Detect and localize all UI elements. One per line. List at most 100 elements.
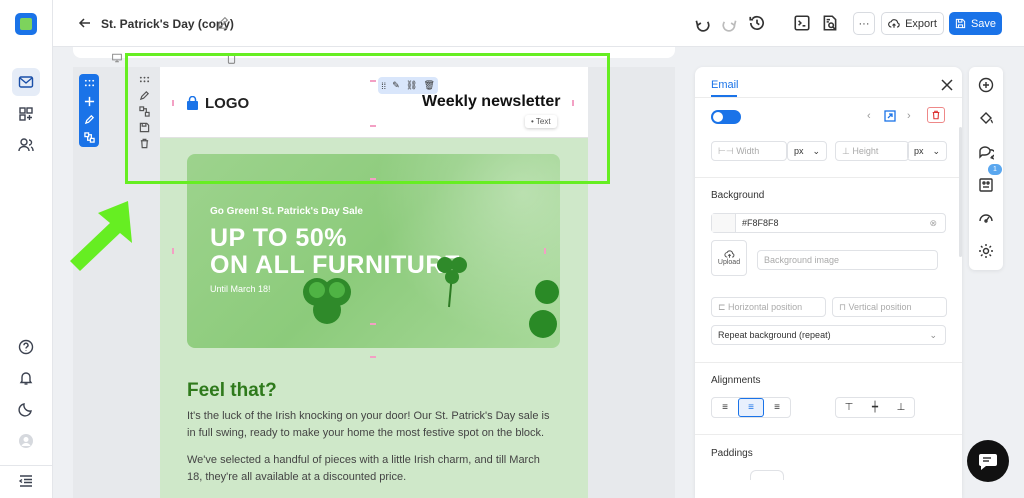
app-logo[interactable] <box>15 13 37 35</box>
width-unit-select[interactable]: px ⌄ <box>787 141 827 161</box>
horizontal-position-input[interactable]: ⊏ Horizontal position <box>711 297 826 317</box>
history-icon[interactable] <box>748 14 766 32</box>
trash-red-icon <box>932 110 940 120</box>
align-right-icon[interactable]: ≡ <box>764 398 790 417</box>
upload-label: Upload <box>717 259 741 266</box>
align-left-icon[interactable]: ≡ <box>712 398 738 417</box>
email-body: Go Green! St. Patrick's Day Sale UP TO 5… <box>160 138 588 498</box>
link-block-icon[interactable] <box>83 132 95 144</box>
left-rail <box>0 0 53 498</box>
edit-block-icon[interactable] <box>84 114 95 125</box>
clear-icon[interactable]: ⊗ <box>929 218 937 229</box>
section-divider <box>695 434 962 435</box>
vertical-align-group: ⊤ ┿ ⊥ <box>835 397 915 418</box>
padding-control[interactable] <box>750 470 784 480</box>
alignments-label: Alignments <box>711 375 761 386</box>
modules-icon[interactable] <box>978 177 994 193</box>
width-input[interactable]: ⊢⊣ Width <box>711 141 787 161</box>
align-center-icon[interactable]: ≡ <box>738 398 764 417</box>
selection-highlight <box>125 53 610 184</box>
export-button[interactable]: Export <box>881 12 944 35</box>
paint-bucket-icon[interactable] <box>978 110 994 126</box>
add-circle-icon[interactable] <box>978 77 994 93</box>
chevron-down-icon: ⌄ <box>932 145 940 156</box>
height-input[interactable]: ⊥ Height <box>835 141 909 161</box>
collapse-menu-icon[interactable] <box>12 467 40 495</box>
tab-divider <box>695 97 962 98</box>
top-bar: St. Patrick's Day (copy) ··· Export Save <box>53 0 1024 47</box>
horizontal-position-placeholder: Horizontal position <box>728 302 803 312</box>
hero-headline-line-1: UP TO 50% <box>210 224 347 252</box>
delete-block-button[interactable] <box>927 107 945 123</box>
select-parent-icon[interactable] <box>884 110 896 122</box>
spacing-marker <box>172 248 174 254</box>
align-top-icon[interactable]: ⊤ <box>836 398 862 417</box>
more-button[interactable]: ··· <box>853 12 875 35</box>
redo-icon[interactable] <box>721 14 739 32</box>
repeat-select[interactable]: Repeat background (repeat) ⌄ <box>711 325 946 345</box>
content-paragraph-1[interactable]: It's the luck of the Irish knocking on y… <box>187 408 557 442</box>
gear-icon[interactable] <box>978 243 994 259</box>
chat-icon <box>979 454 997 470</box>
close-icon[interactable] <box>941 79 953 91</box>
content-paragraph-2[interactable]: We've selected a handful of pieces with … <box>187 452 557 486</box>
templates-icon[interactable] <box>12 100 40 128</box>
spacing-marker <box>370 323 376 325</box>
rename-pencil-icon[interactable] <box>216 16 229 29</box>
background-color-value: #F8F8F8 <box>742 218 779 228</box>
section-divider <box>695 177 962 178</box>
chevron-down-icon: ⌄ <box>929 329 937 340</box>
back-arrow-icon[interactable] <box>77 15 93 31</box>
document-title: St. Patrick's Day (copy) <box>101 17 234 31</box>
speed-gauge-icon[interactable] <box>978 210 994 226</box>
drag-grid-icon[interactable] <box>84 78 95 89</box>
spacing-marker <box>370 356 376 358</box>
vertical-position-input[interactable]: ⊓ Vertical position <box>832 297 947 317</box>
paddings-label: Paddings <box>711 448 753 459</box>
background-image-input[interactable]: Background image <box>757 250 938 270</box>
notification-badge: 1 <box>988 164 1002 175</box>
bell-icon[interactable] <box>12 364 40 392</box>
shamrock-image <box>303 278 351 324</box>
height-unit-select[interactable]: px ⌄ <box>907 141 947 161</box>
add-block-icon[interactable] <box>84 96 95 107</box>
upload-button[interactable]: Upload <box>711 240 747 276</box>
moon-icon[interactable] <box>12 395 40 423</box>
color-swatch[interactable] <box>712 214 736 232</box>
green-arrow-annotation <box>70 201 132 271</box>
settings-panel: Email ‹ › ⊢⊣ Width px ⌄ ⊥ Height px ⌄ Back… <box>695 67 962 498</box>
height-placeholder: Height <box>852 146 879 156</box>
export-label: Export <box>905 17 937 30</box>
desktop-view-icon[interactable] <box>112 53 122 63</box>
hero-kicker: Go Green! St. Patrick's Day Sale <box>210 206 363 217</box>
vertical-position-placeholder: Vertical position <box>848 302 912 312</box>
chat-launcher[interactable] <box>967 440 1009 482</box>
height-unit: px <box>914 146 924 156</box>
comments-icon[interactable] <box>978 144 994 160</box>
right-toolbar: 1 <box>969 67 1003 270</box>
device-toggle[interactable] <box>711 110 741 124</box>
editor-app: St. Patrick's Day (copy) ··· Export Save… <box>0 0 1024 498</box>
code-icon[interactable] <box>793 14 811 32</box>
contacts-icon[interactable] <box>12 131 40 159</box>
avatar[interactable] <box>12 427 40 455</box>
help-icon[interactable] <box>12 333 40 361</box>
block-tools-panel <box>79 74 99 147</box>
background-color-input[interactable]: #F8F8F8 ⊗ <box>711 213 946 233</box>
hero-until: Until March 18! <box>210 284 271 294</box>
content-heading[interactable]: Feel that? <box>187 380 277 402</box>
spacing-marker <box>544 248 546 254</box>
width-unit: px <box>794 146 804 156</box>
tab-email[interactable]: Email <box>711 79 739 91</box>
preview-icon[interactable] <box>821 14 839 32</box>
undo-icon[interactable] <box>693 14 711 32</box>
chevron-left-icon[interactable]: ‹ <box>867 110 871 122</box>
email-icon[interactable] <box>12 68 40 96</box>
save-button[interactable]: Save <box>949 12 1002 35</box>
chevron-down-icon: ⌄ <box>812 145 820 156</box>
chevron-right-icon[interactable]: › <box>907 110 911 122</box>
cloud-upload-icon <box>723 250 734 258</box>
panel-scrollbar[interactable] <box>959 127 962 257</box>
align-middle-icon[interactable]: ┿ <box>862 398 888 417</box>
align-bottom-icon[interactable]: ⊥ <box>888 398 914 417</box>
